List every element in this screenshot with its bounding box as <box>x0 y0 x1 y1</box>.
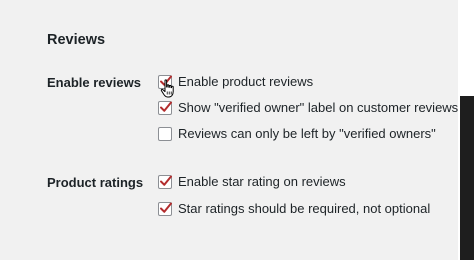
checkmark-icon <box>160 101 172 112</box>
show-verified-owner-label-text: Show "verified owner" label on customer … <box>178 100 459 115</box>
show-verified-owner-label-option[interactable]: Show "verified owner" label on customer … <box>158 99 458 117</box>
star-rating-required-option[interactable]: Star ratings should be required, not opt… <box>158 200 430 218</box>
enable-reviews-label: Enable reviews <box>47 75 141 90</box>
checkmark-icon <box>160 175 172 186</box>
product-ratings-label: Product ratings <box>47 175 144 190</box>
enable-product-reviews-option[interactable]: Enable product reviews <box>158 73 313 91</box>
enable-product-reviews-checkbox[interactable] <box>158 75 172 89</box>
star-rating-required-checkbox[interactable] <box>158 202 172 216</box>
enable-star-rating-option[interactable]: Enable star rating on reviews <box>158 173 346 191</box>
settings-panel: Reviews Enable reviews Enable product re… <box>0 0 458 260</box>
enable-star-rating-label: Enable star rating on reviews <box>178 174 346 189</box>
verified-owners-only-label: Reviews can only be left by "verified ow… <box>178 126 436 141</box>
verified-owners-only-option[interactable]: Reviews can only be left by "verified ow… <box>158 125 436 143</box>
scrollbar-track <box>460 96 474 260</box>
checkmark-icon <box>160 75 172 86</box>
verified-owners-only-checkbox[interactable] <box>158 127 172 141</box>
show-verified-owner-label-checkbox[interactable] <box>158 101 172 115</box>
section-title: Reviews <box>47 32 106 48</box>
enable-product-reviews-label: Enable product reviews <box>178 74 314 89</box>
star-rating-required-label: Star ratings should be required, not opt… <box>178 201 431 216</box>
window-edge <box>458 0 474 260</box>
checkmark-icon <box>160 202 172 213</box>
enable-star-rating-checkbox[interactable] <box>158 175 172 189</box>
